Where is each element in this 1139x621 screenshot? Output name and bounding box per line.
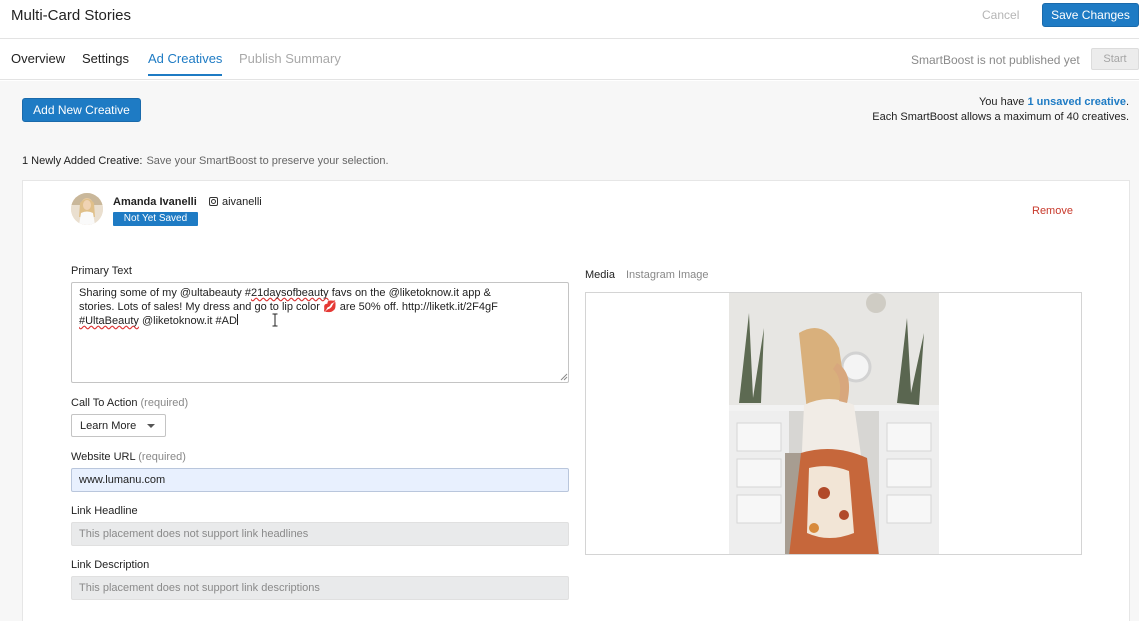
link-description-input: This placement does not support link des… — [71, 576, 569, 600]
website-url-label: Website URL (required) — [71, 451, 186, 463]
unsaved-prefix: You have — [978, 96, 1028, 108]
unsaved-suffix: . — [1125, 96, 1129, 108]
tab-bar: Overview Settings Ad Creatives Publish S… — [0, 39, 1139, 80]
primary-text-seg: @liketoknow.it #AD — [138, 315, 237, 327]
primary-text-seg: favs on the @liketoknow.it app & — [328, 287, 491, 299]
add-new-creative-button[interactable]: Add New Creative — [22, 98, 141, 122]
link-description-label: Link Description — [71, 559, 150, 571]
unsaved-creative-link[interactable]: 1 unsaved creative — [1027, 96, 1125, 108]
author-name: Amanda Ivanelli — [113, 196, 197, 208]
cta-select[interactable]: Learn More — [71, 414, 166, 437]
smartboost-status: SmartBoost is not published yet — [911, 53, 1080, 67]
app-header: Multi-Card Stories Cancel Save Changes — [0, 0, 1139, 39]
instagram-icon — [209, 197, 218, 206]
creative-card: Amanda Ivanelli aivanelli Not Yet Saved … — [22, 180, 1130, 621]
tab-settings[interactable]: Settings — [82, 51, 129, 66]
instagram-handle-text: aivanelli — [222, 196, 262, 208]
remove-button[interactable]: Remove — [1032, 205, 1073, 217]
primary-text-line-2: stories. Lots of sales! My dress and go … — [79, 300, 498, 313]
primary-text-seg: Sharing some of my @ultabeauty # — [79, 287, 251, 299]
primary-text-line-1: Sharing some of my @ultabeauty #21daysof… — [79, 287, 561, 301]
website-url-label-text: Website URL — [71, 451, 136, 463]
avatar — [71, 193, 103, 225]
unsaved-notice: You have 1 unsaved creative. — [979, 96, 1129, 108]
start-button: Start — [1091, 48, 1139, 70]
newly-added-label: 1 Newly Added Creative: — [22, 155, 143, 167]
media-label: Media — [585, 269, 615, 281]
max-creatives-note: Each SmartBoost allows a maximum of 40 c… — [872, 111, 1129, 123]
cta-label: Call To Action (required) — [71, 397, 188, 409]
instagram-handle: aivanelli — [209, 196, 262, 208]
instagram-image-preview — [729, 293, 939, 554]
chevron-down-icon — [147, 424, 155, 428]
main-content: Add New Creative You have 1 unsaved crea… — [0, 81, 1139, 621]
avatar-image — [71, 193, 103, 225]
primary-text-line-3: #UltaBeauty @liketoknow.it #AD — [79, 314, 561, 329]
page-title: Multi-Card Stories — [11, 7, 132, 24]
tab-overview[interactable]: Overview — [11, 51, 65, 66]
media-type: Instagram Image — [626, 269, 709, 281]
resize-grip-icon[interactable] — [560, 373, 568, 381]
primary-text-label: Primary Text — [71, 265, 132, 277]
text-caret — [236, 314, 238, 325]
primary-text-input[interactable]: Sharing some of my @ultabeauty #21daysof… — [71, 282, 569, 383]
cta-label-text: Call To Action — [71, 397, 138, 409]
media-preview — [585, 292, 1082, 555]
tab-ad-creatives[interactable]: Ad Creatives — [148, 51, 223, 76]
save-changes-button[interactable]: Save Changes — [1042, 3, 1139, 27]
status-badge: Not Yet Saved — [113, 212, 198, 226]
website-url-required: (required) — [138, 451, 186, 463]
cta-select-value: Learn More — [80, 419, 137, 432]
tab-publish-summary: Publish Summary — [239, 51, 341, 66]
link-headline-input: This placement does not support link hea… — [71, 522, 569, 546]
website-url-input[interactable]: www.lumanu.com — [71, 468, 569, 492]
ibeam-cursor-icon — [272, 313, 278, 327]
primary-text-seg-misspelled: #UltaBeauty — [79, 315, 139, 327]
newly-added-notice: 1 Newly Added Creative: Save your SmartBo… — [22, 155, 389, 167]
primary-text-seg-misspelled: 21daysofbeauty — [250, 287, 329, 299]
cta-required: (required) — [140, 397, 189, 409]
link-headline-label: Link Headline — [71, 505, 138, 517]
cancel-button[interactable]: Cancel — [982, 8, 1019, 22]
newly-added-hint: Save your SmartBoost to preserve your se… — [146, 155, 389, 167]
